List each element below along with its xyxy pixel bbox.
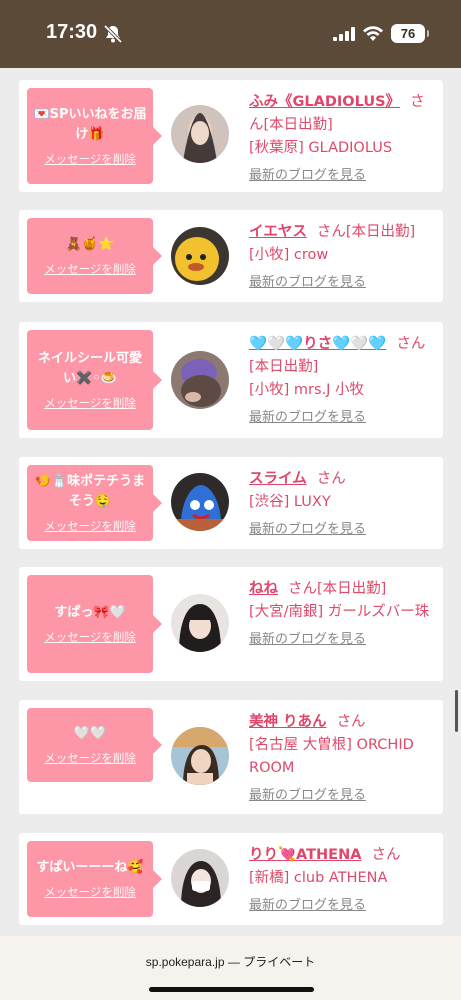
cast-info: ねね さん[本日出勤] [大宮/南銀] ガールズバー珠 最新のブログを見る	[249, 578, 435, 651]
message-text: すぱいーーーね🥰	[36, 860, 144, 875]
delete-message-link[interactable]: メッセージを削除	[44, 884, 136, 900]
status-time: 17:30	[46, 21, 98, 43]
shop-info: [小牧] crow	[249, 247, 329, 263]
cast-name-link[interactable]: りり💘ATHENA	[249, 847, 361, 863]
blog-link[interactable]: 最新のブログを見る	[249, 406, 435, 429]
delete-message-link[interactable]: メッセージを削除	[44, 750, 136, 766]
message-bubble: 🍤🧂味ポテチうまそう🤤 メッセージを削除	[27, 465, 162, 541]
message-list: 💌SPいいねをお届け🎁 メッセージを削除 ふみ《GLADIOLUS》 さん[本日出…	[0, 68, 461, 936]
delete-message-link[interactable]: メッセージを削除	[44, 629, 136, 645]
shop-info: [小牧] mrs.J 小牧	[249, 382, 365, 398]
avatar[interactable]	[171, 351, 229, 409]
message-bubble: ネイルシール可愛い✖️◦🍮 メッセージを削除	[27, 330, 162, 430]
avatar[interactable]	[171, 727, 229, 785]
delete-message-link[interactable]: メッセージを削除	[44, 395, 136, 411]
scrollbar[interactable]	[455, 690, 458, 732]
cast-info: 🩵🤍🩵りさ🩵🤍🩵 さん[本日出勤] [小牧] mrs.J 小牧 最新のブログを見る	[249, 333, 435, 429]
delete-message-link[interactable]: メッセージを削除	[44, 151, 136, 167]
cast-info: スライム さん [渋谷] LUXY 最新のブログを見る	[249, 468, 435, 541]
message-bubble: すぱいーーーね🥰 メッセージを削除	[27, 841, 162, 917]
avatar[interactable]	[171, 849, 229, 907]
browser-address-bar[interactable]: sp.pokepara.jp — プライベート	[0, 936, 461, 1000]
cast-info: イエヤス さん[本日出勤] [小牧] crow 最新のブログを見る	[249, 221, 435, 294]
message-bubble: すぱっ🎀🤍 メッセージを削除	[27, 575, 162, 673]
message-text: ネイルシール可愛い✖️◦🍮	[37, 351, 142, 386]
avatar[interactable]	[171, 227, 229, 285]
url-text[interactable]: sp.pokepara.jp — プライベート	[0, 953, 461, 970]
delete-message-link[interactable]: メッセージを削除	[44, 261, 136, 277]
shop-info: [新橋] club ATHENA	[249, 870, 388, 886]
blog-link[interactable]: 最新のブログを見る	[249, 518, 435, 541]
cast-info: りり💘ATHENA さん [新橋] club ATHENA 最新のブログを見る	[249, 844, 435, 917]
status-bar: 17:30 76	[0, 0, 461, 68]
message-card: 🧸🍯⭐ メッセージを削除 イエヤス さん[本日出勤] [小牧] crow 最新のブ…	[19, 210, 443, 302]
shop-info: [秋葉原] GLADIOLUS	[249, 140, 393, 156]
message-bubble: 💌SPいいねをお届け🎁 メッセージを削除	[27, 88, 162, 184]
message-bubble: 🤍🤍 メッセージを削除	[27, 708, 162, 782]
bell-slash-icon	[103, 24, 123, 44]
message-card: すぱいーーーね🥰 メッセージを削除 りり💘ATHENA さん [新橋] club …	[19, 833, 443, 925]
avatar[interactable]	[171, 594, 229, 652]
blog-link[interactable]: 最新のブログを見る	[249, 271, 435, 294]
blog-link[interactable]: 最新のブログを見る	[249, 164, 435, 187]
cast-name-link[interactable]: 🩵🤍🩵りさ🩵🤍🩵	[249, 336, 386, 352]
blog-link[interactable]: 最新のブログを見る	[249, 628, 435, 651]
home-indicator[interactable]	[149, 987, 314, 992]
message-card: 🤍🤍 メッセージを削除 美神 りあん さん [名古屋 大曽根] ORCHID RO…	[19, 700, 443, 814]
cast-info: 美神 りあん さん [名古屋 大曽根] ORCHID ROOM 最新のブログを見る	[249, 711, 435, 807]
battery-icon: 76	[391, 24, 429, 43]
cast-name-link[interactable]: ふみ《GLADIOLUS》	[249, 94, 400, 110]
message-card: ネイルシール可愛い✖️◦🍮 メッセージを削除 🩵🤍🩵りさ🩵🤍🩵 さん[本日出勤] …	[19, 322, 443, 438]
message-text: 🤍🤍	[73, 726, 107, 741]
shop-info: [大宮/南銀] ガールズバー珠	[249, 604, 430, 620]
blog-link[interactable]: 最新のブログを見る	[249, 784, 435, 807]
wifi-icon	[363, 26, 383, 41]
message-text: 🧸🍯⭐	[65, 237, 115, 252]
message-text: 🍤🧂味ポテチうまそう🤤	[34, 474, 146, 509]
cast-name-link[interactable]: 美神 りあん	[249, 714, 327, 730]
shop-info: [名古屋 大曽根] ORCHID ROOM	[249, 737, 414, 776]
message-bubble: 🧸🍯⭐ メッセージを削除	[27, 218, 162, 294]
cast-name-link[interactable]: ねね	[249, 581, 278, 597]
shop-info: [渋谷] LUXY	[249, 494, 331, 510]
message-card: 💌SPいいねをお届け🎁 メッセージを削除 ふみ《GLADIOLUS》 さん[本日出…	[19, 80, 443, 192]
avatar[interactable]	[171, 473, 229, 531]
message-text: すぱっ🎀🤍	[54, 605, 126, 620]
cast-info: ふみ《GLADIOLUS》 さん[本日出勤] [秋葉原] GLADIOLUS 最新…	[249, 91, 435, 187]
delete-message-link[interactable]: メッセージを削除	[44, 518, 136, 534]
blog-link[interactable]: 最新のブログを見る	[249, 894, 435, 917]
cast-name-link[interactable]: スライム	[249, 471, 307, 487]
signal-icon	[333, 27, 355, 41]
message-card: すぱっ🎀🤍 メッセージを削除 ねね さん[本日出勤] [大宮/南銀] ガールズバー…	[19, 567, 443, 681]
message-text: 💌SPいいねをお届け🎁	[33, 107, 147, 142]
message-card: 🍤🧂味ポテチうまそう🤤 メッセージを削除 スライム さん [渋谷] LUXY 最新…	[19, 457, 443, 549]
avatar[interactable]	[171, 105, 229, 163]
cast-name-link[interactable]: イエヤス	[249, 224, 307, 240]
